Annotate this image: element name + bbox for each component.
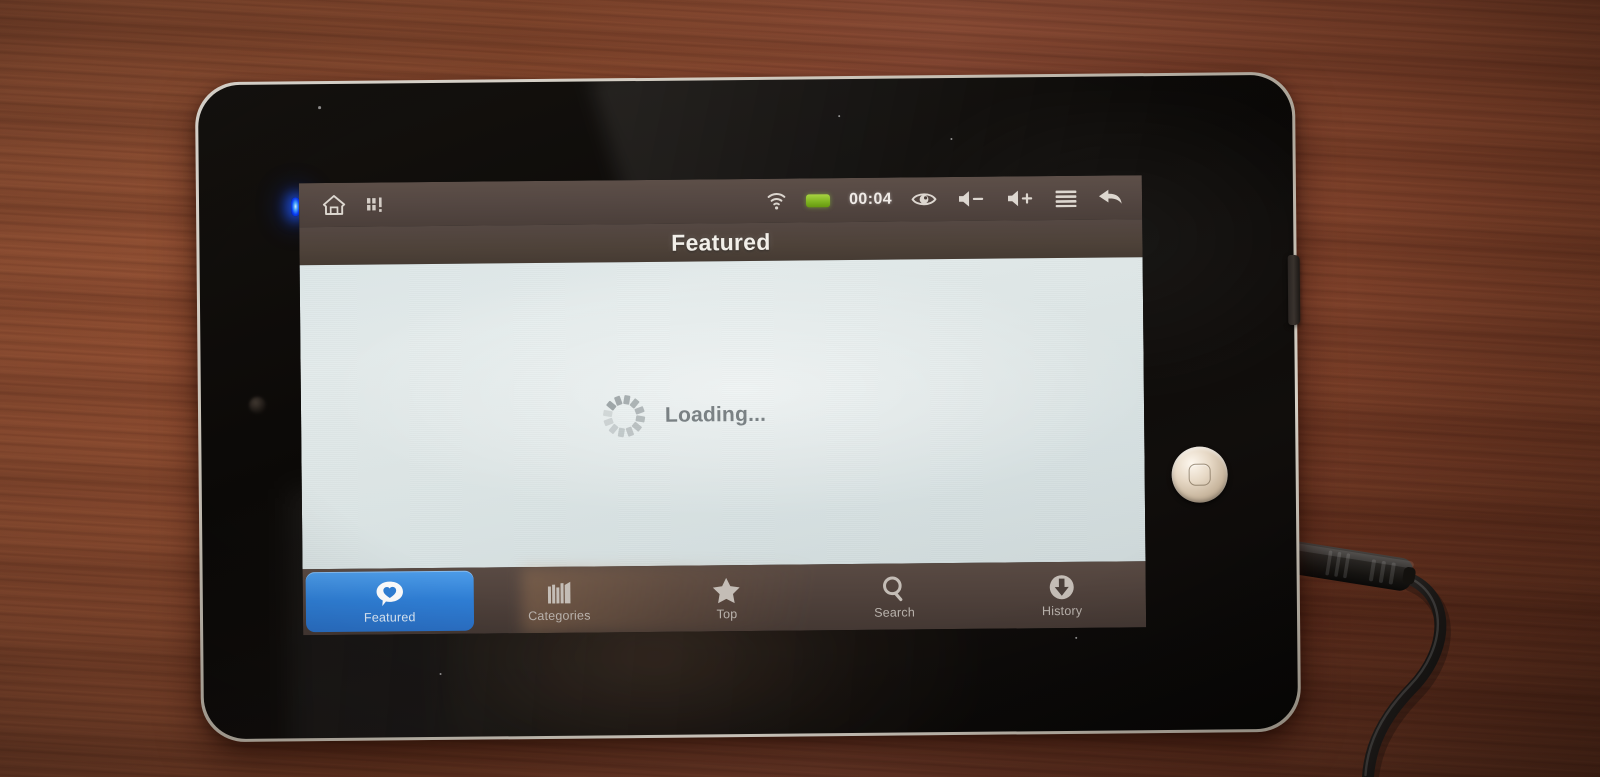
home-icon[interactable] bbox=[322, 194, 346, 216]
bottom-tab-bar: Featured Categories Top Search History bbox=[302, 561, 1147, 636]
star-icon bbox=[711, 576, 742, 605]
volume-up-icon[interactable] bbox=[1005, 188, 1035, 208]
tablet-glass: 00:04 Featured Loading... Featured Categ… bbox=[197, 74, 1299, 740]
download-circle-icon bbox=[1047, 572, 1077, 601]
spinner-segment bbox=[617, 427, 625, 438]
back-icon[interactable] bbox=[1097, 187, 1123, 207]
tab-label: Top bbox=[716, 606, 738, 621]
tab-featured[interactable]: Featured bbox=[305, 570, 474, 633]
spinner-segment bbox=[602, 409, 613, 418]
tab-label: History bbox=[1041, 603, 1083, 618]
spinner-segment bbox=[631, 421, 643, 432]
loading-spinner bbox=[602, 394, 646, 438]
heart-bubble-icon bbox=[374, 579, 404, 608]
tab-label: Featured bbox=[363, 609, 416, 625]
dust-speck bbox=[1075, 636, 1078, 639]
loading-indicator: Loading... bbox=[602, 394, 767, 438]
tab-categories[interactable]: Categories bbox=[475, 566, 643, 634]
tablet-device: 00:04 Featured Loading... Featured Categ… bbox=[194, 71, 1302, 743]
page-title: Featured bbox=[671, 228, 771, 256]
magnifier-icon bbox=[879, 574, 909, 603]
tab-search[interactable]: Search bbox=[810, 563, 978, 631]
spinner-segment bbox=[635, 415, 646, 423]
front-camera bbox=[248, 396, 267, 414]
dust-speck bbox=[950, 138, 953, 141]
tab-top[interactable]: Top bbox=[643, 564, 811, 632]
notification-alert-icon[interactable] bbox=[366, 194, 384, 214]
battery-icon bbox=[806, 193, 831, 207]
home-button-glyph bbox=[1188, 463, 1211, 486]
clock-label: 00:04 bbox=[849, 190, 893, 209]
dust-speck bbox=[318, 106, 321, 109]
eye-icon[interactable] bbox=[911, 190, 937, 208]
bars-building-icon bbox=[544, 577, 574, 606]
tablet-screen: 00:04 Featured Loading... Featured Categ… bbox=[298, 175, 1147, 636]
volume-down-icon[interactable] bbox=[956, 189, 986, 209]
tab-label: Search bbox=[874, 604, 916, 620]
content-area: Loading... bbox=[299, 257, 1146, 570]
dust-speck bbox=[838, 115, 841, 118]
spinner-segment bbox=[634, 406, 645, 415]
wifi-icon bbox=[766, 191, 787, 211]
dust-speck bbox=[439, 672, 442, 675]
menu-icon[interactable] bbox=[1054, 188, 1078, 208]
side-button[interactable] bbox=[1287, 254, 1301, 326]
tab-history[interactable]: History bbox=[978, 561, 1146, 629]
tab-label: Categories bbox=[528, 608, 591, 623]
loading-label: Loading... bbox=[664, 402, 767, 427]
home-button[interactable] bbox=[1171, 446, 1228, 503]
